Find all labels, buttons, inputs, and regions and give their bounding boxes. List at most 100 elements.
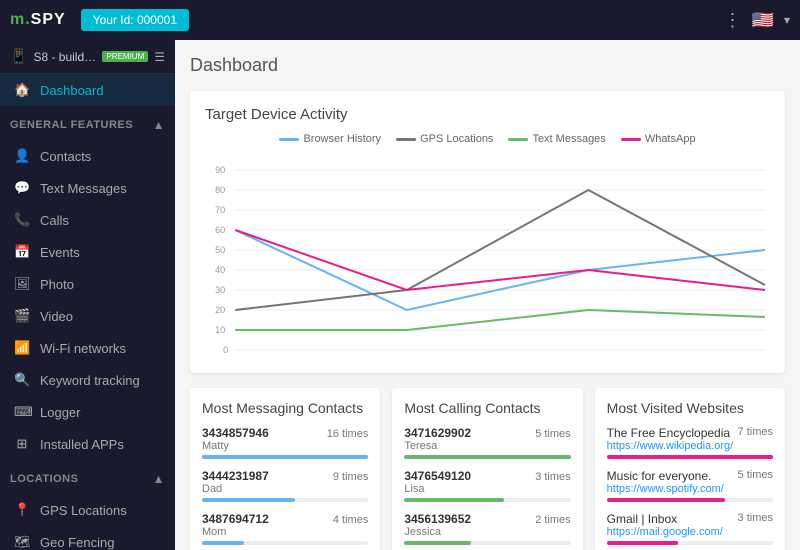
photo-label: Photo [40,277,74,292]
cards-row: Most Messaging Contacts 3434857946 Matty… [190,388,785,550]
calls-icon: 📞 [14,212,30,228]
geo-fencing-label: Geo Fencing [40,535,114,550]
sidebar-item-geo-fencing[interactable]: 🗺 Geo Fencing [0,526,175,550]
legend-whatsapp-label: WhatsApp [645,133,696,145]
website-info-1: Music for everyone. https://www.spotify.… [607,469,724,495]
events-label: Events [40,245,80,260]
device-name: S8 - build 13 - 5... [33,50,96,64]
calling-info-1: 3476549120 Lisa [404,469,471,495]
hamburger-icon[interactable]: ☰ [154,50,165,64]
gps-label: GPS Locations [40,503,127,518]
website-info-0: The Free Encyclopedia https://www.wikipe… [607,426,734,452]
sidebar-item-photo[interactable]: 🖼 Photo [0,268,175,300]
logo-spy: SPY [31,11,66,28]
contacts-icon: 👤 [14,148,30,164]
sidebar-item-video[interactable]: 🎬 Video [0,300,175,332]
calling-bar-wrap-2 [404,541,570,545]
installed-apps-label: Installed APPs [40,437,124,452]
calling-top-1: 3476549120 Lisa 3 times [404,469,570,495]
wifi-label: Wi-Fi networks [40,341,126,356]
device-row[interactable]: 📱 S8 - build 13 - 5... PREMIUM ☰ [0,40,175,74]
svg-text:30: 30 [215,285,225,295]
premium-badge: PREMIUM [102,51,148,62]
calling-info-2: 3456139652 Jessica [404,512,471,538]
legend-browser-dot [279,138,299,141]
calling-bar-2 [404,541,471,545]
contact-bar-0 [202,455,368,459]
legend-gps-dot [396,138,416,141]
calling-bar-wrap-1 [404,498,570,502]
sidebar-item-installed-apps[interactable]: ⊞ Installed APPs [0,428,175,460]
text-messages-icon: 💬 [14,180,30,196]
flag-icon: 🇺🇸 [752,10,774,31]
section-general-label: GENERAL FEATURES [10,119,133,131]
legend-gps-label: GPS Locations [420,133,493,145]
svg-text:0: 0 [223,345,228,355]
sidebar-item-dashboard[interactable]: 🏠 Dashboard [0,74,175,106]
collapse-icon[interactable]: ▲ [153,118,165,132]
contacts-label: Contacts [40,149,91,164]
keyword-icon: 🔍 [14,372,30,388]
section-general: GENERAL FEATURES ▲ [0,110,175,140]
contact-bar-wrap-0 [202,455,368,459]
website-bar-0 [607,455,773,459]
contact-info-1: 3444231987 Dad [202,469,269,495]
section-locations-label: LOCATIONS [10,473,78,485]
website-bar-1 [607,498,725,502]
section-locations: LOCATIONS ▲ [0,464,175,494]
android-icon: 📱 [10,48,27,65]
calling-info-0: 3471629902 Teresa [404,426,471,452]
user-id-badge: Your Id: 000001 [81,9,189,31]
sidebar-item-wifi[interactable]: 📶 Wi-Fi networks [0,332,175,364]
sidebar-item-events[interactable]: 📅 Events [0,236,175,268]
messaging-card: Most Messaging Contacts 3434857946 Matty… [190,388,380,550]
topbar: m.SPY Your Id: 000001 ⋮ 🇺🇸 ▾ [0,0,800,40]
calls-label: Calls [40,213,69,228]
legend-text: Text Messages [508,133,605,145]
sidebar-item-contacts[interactable]: 👤 Contacts [0,140,175,172]
website-top-1: Music for everyone. https://www.spotify.… [607,469,773,495]
contact-top-0: 3434857946 Matty 16 times [202,426,368,452]
contact-top-1: 3444231987 Dad 9 times [202,469,368,495]
legend-browser: Browser History [279,133,381,145]
svg-text:80: 80 [215,185,225,195]
collapse-icon-locations[interactable]: ▲ [153,472,165,486]
page-title: Dashboard [190,55,278,76]
calling-card: Most Calling Contacts 3471629902 Teresa … [392,388,582,550]
contact-item-1: 3444231987 Dad 9 times [202,469,368,502]
content-header: Dashboard [190,55,785,76]
contact-item-2: 3487694712 Mom 4 times [202,512,368,545]
websites-card: Most Visited Websites The Free Encyclope… [595,388,785,550]
dashboard-label: Dashboard [40,83,104,98]
calling-item-1: 3476549120 Lisa 3 times [404,469,570,502]
video-label: Video [40,309,73,324]
legend-text-dot [508,138,528,141]
sidebar-item-logger[interactable]: ⌨ Logger [0,396,175,428]
sidebar-item-calls[interactable]: 📞 Calls [0,204,175,236]
contact-bar-1 [202,498,295,502]
svg-text:70: 70 [215,205,225,215]
logger-label: Logger [40,405,80,420]
website-item-0: The Free Encyclopedia https://www.wikipe… [607,426,773,459]
website-item-1: Music for everyone. https://www.spotify.… [607,469,773,502]
contact-bar-wrap-2 [202,541,368,545]
legend-browser-label: Browser History [303,133,381,145]
website-top-2: Gmail | Inbox https://mail.google.com/ 3… [607,512,773,538]
website-top-0: The Free Encyclopedia https://www.wikipe… [607,426,773,452]
installed-apps-icon: ⊞ [14,436,30,452]
contact-info-2: 3487694712 Mom [202,512,269,538]
sidebar-item-gps[interactable]: 📍 GPS Locations [0,494,175,526]
content-area: Dashboard Target Device Activity Browser… [175,40,800,550]
calling-item-2: 3456139652 Jessica 2 times [404,512,570,545]
sidebar-item-text-messages[interactable]: 💬 Text Messages [0,172,175,204]
more-options-icon[interactable]: ⋮ [724,10,742,31]
contact-item-0: 3434857946 Matty 16 times [202,426,368,459]
chevron-down-icon[interactable]: ▾ [784,13,790,27]
legend-whatsapp-dot [621,138,641,141]
calling-top-0: 3471629902 Teresa 5 times [404,426,570,452]
website-bar-wrap-0 [607,455,773,459]
sidebar-item-keyword[interactable]: 🔍 Keyword tracking [0,364,175,396]
chart-card: Target Device Activity Browser History G… [190,91,785,373]
calling-bar-1 [404,498,504,502]
photo-icon: 🖼 [14,276,30,292]
